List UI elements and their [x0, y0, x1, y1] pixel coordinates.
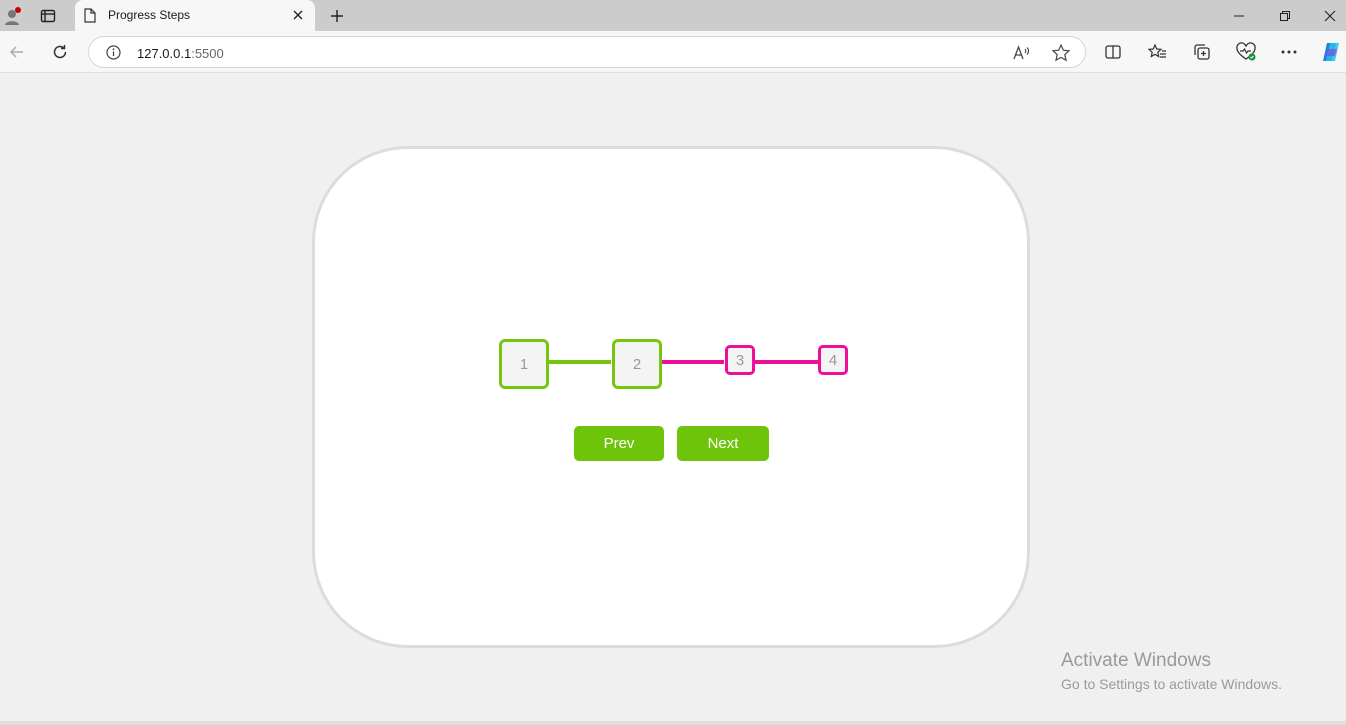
progress-line-inactive	[658, 360, 724, 364]
taskbar-edge	[0, 721, 1346, 725]
address-bar[interactable]: 127.0.0.1:5500	[88, 36, 1086, 68]
close-window-icon[interactable]	[1318, 0, 1342, 31]
url-port: :5500	[191, 46, 224, 61]
restore-icon[interactable]	[1273, 0, 1297, 31]
close-tab-icon[interactable]	[291, 8, 305, 27]
step-2-circle: 2	[612, 339, 662, 389]
read-aloud-icon[interactable]	[1011, 43, 1031, 68]
url-host: 127.0.0.1	[137, 46, 192, 61]
reload-icon[interactable]	[47, 39, 73, 65]
more-options-icon[interactable]	[1276, 39, 1302, 65]
activate-windows-watermark: Activate Windows Go to Settings to activ…	[1061, 650, 1282, 692]
watermark-title: Activate Windows	[1061, 650, 1211, 671]
profile-icon[interactable]	[0, 0, 26, 31]
page-viewport: 1 2 3 4 Prev Next Activate Windows Go to…	[0, 73, 1346, 725]
tab-progress-steps[interactable]: Progress Steps	[75, 0, 315, 31]
step-3-circle: 3	[725, 345, 755, 375]
site-info-icon[interactable]	[106, 45, 121, 65]
watermark-subtitle: Go to Settings to activate Windows.	[1061, 676, 1282, 692]
url-text: 127.0.0.1:5500	[137, 46, 224, 61]
progress-steps: 1 2 3 4	[498, 339, 848, 392]
minimize-icon[interactable]	[1227, 0, 1251, 31]
split-screen-icon[interactable]	[1100, 39, 1126, 65]
copilot-icon[interactable]	[1318, 39, 1344, 65]
add-favorite-star-icon[interactable]	[1051, 43, 1071, 68]
new-tab-icon[interactable]	[326, 0, 348, 31]
favorites-icon[interactable]	[1144, 39, 1170, 65]
browser-titlebar: Progress Steps	[0, 0, 1346, 31]
tab-title: Progress Steps	[108, 8, 191, 22]
step-1-circle: 1	[499, 339, 549, 389]
browser-essentials-icon[interactable]	[1233, 39, 1259, 65]
step-4-circle: 4	[818, 345, 848, 375]
tab-actions-icon[interactable]	[34, 0, 62, 31]
progress-card: 1 2 3 4 Prev Next	[312, 146, 1030, 648]
progress-line-inactive	[752, 360, 818, 364]
browser-toolbar: 127.0.0.1:5500	[0, 31, 1346, 73]
next-button[interactable]: Next	[677, 426, 769, 461]
document-icon	[84, 8, 96, 28]
prev-button[interactable]: Prev	[574, 426, 664, 461]
collections-icon[interactable]	[1189, 39, 1215, 65]
back-arrow-icon[interactable]	[4, 39, 30, 65]
progress-line-active	[545, 360, 611, 364]
